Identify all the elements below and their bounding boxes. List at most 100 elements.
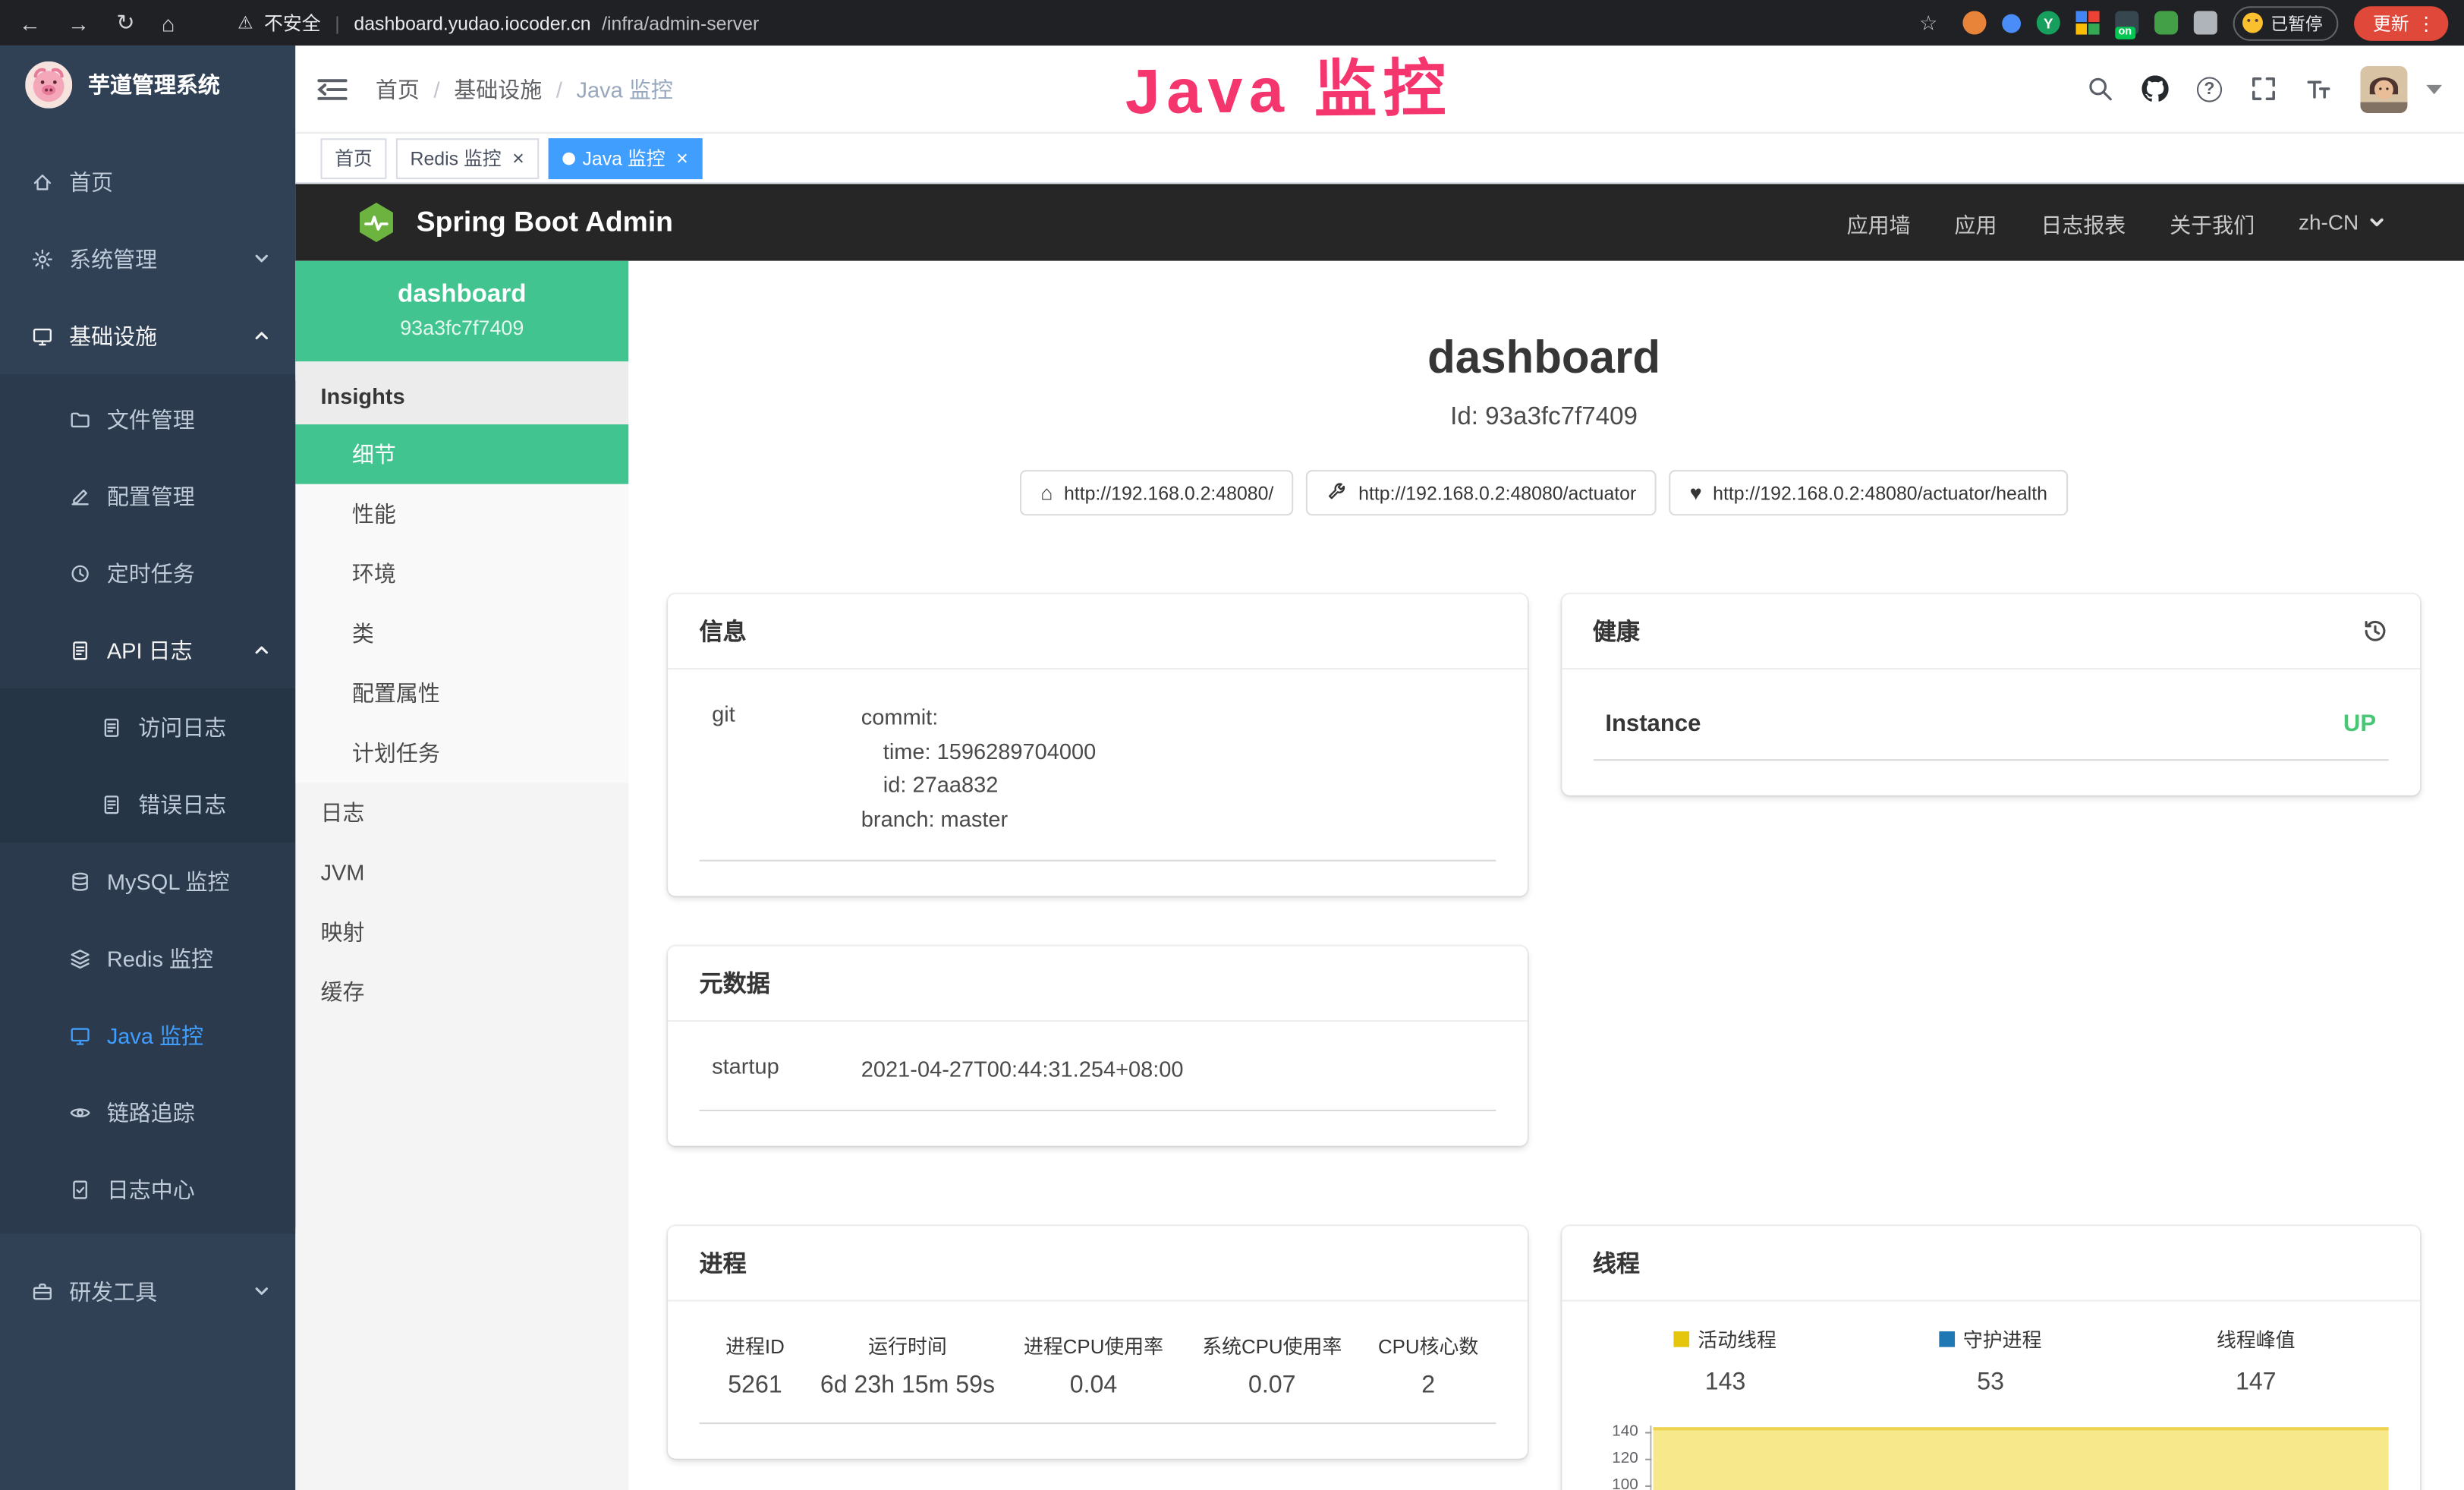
sba-brand[interactable]: Spring Boot Admin bbox=[355, 201, 673, 244]
github-icon[interactable] bbox=[2142, 75, 2169, 102]
metadata-key: startup bbox=[700, 1053, 861, 1087]
active-dot bbox=[562, 152, 575, 165]
sba-item-environment[interactable]: 环境 bbox=[295, 543, 628, 603]
sidebar-item-redis-monitor[interactable]: Redis 监控 bbox=[0, 919, 295, 996]
admin-topbar: 首页 / 基础设施 / Java 监控 Java 监控 ? bbox=[295, 46, 2464, 134]
sba-item-metrics[interactable]: 性能 bbox=[295, 484, 628, 544]
home-icon[interactable]: ⌂ bbox=[162, 10, 175, 35]
sba-nav-journal[interactable]: 日志报表 bbox=[2041, 206, 2126, 238]
extensions-puzzle-icon[interactable] bbox=[2194, 11, 2217, 34]
col-pid: 进程ID bbox=[700, 1330, 811, 1359]
extension-icon-green-y[interactable] bbox=[2037, 11, 2060, 34]
home-icon bbox=[31, 171, 53, 193]
caret-down-icon[interactable] bbox=[2426, 84, 2442, 93]
sidebar-item-mysql-monitor[interactable]: MySQL 监控 bbox=[0, 843, 295, 919]
tag-redis-monitor[interactable]: Redis 监控 × bbox=[396, 137, 539, 178]
service-url-button[interactable]: ⌂ http://192.168.0.2:48080/ bbox=[1020, 470, 1294, 515]
health-url-button[interactable]: ♥ http://192.168.0.2:48080/actuator/heal… bbox=[1669, 470, 2068, 515]
sidebar-item-label: 配置管理 bbox=[107, 480, 195, 512]
extension-icon-pin[interactable] bbox=[2002, 14, 2021, 33]
sba-item-details[interactable]: 细节 bbox=[295, 424, 628, 484]
sba-item-label: 配置属性 bbox=[352, 678, 440, 709]
sba-app-id: 93a3fc7f7409 bbox=[311, 316, 613, 339]
bookmark-star-icon[interactable]: ☆ bbox=[1919, 10, 1937, 35]
sba-item-scheduled[interactable]: 计划任务 bbox=[295, 723, 628, 783]
breadcrumb-item-infrastructure[interactable]: 基础设施 bbox=[454, 73, 542, 104]
extension-icon-grid[interactable] bbox=[2076, 11, 2100, 34]
sba-app-header[interactable]: dashboard 93a3fc7f7409 bbox=[295, 261, 628, 362]
edit-icon bbox=[69, 485, 91, 507]
sidebar-item-java-monitor[interactable]: Java 监控 bbox=[0, 997, 295, 1073]
history-icon[interactable] bbox=[2362, 618, 2388, 644]
sidebar-item-scheduled-tasks[interactable]: 定时任务 bbox=[0, 534, 295, 611]
sba-item-config-props[interactable]: 配置属性 bbox=[295, 663, 628, 723]
sba-nav-wallboard[interactable]: 应用墙 bbox=[1847, 206, 1911, 238]
chevron-up-icon bbox=[253, 327, 270, 345]
forward-icon[interactable]: → bbox=[68, 10, 90, 35]
sidebar-item-config-management[interactable]: 配置管理 bbox=[0, 458, 295, 534]
sidebar-item-system-management[interactable]: 系统管理 bbox=[0, 220, 295, 297]
display-icon bbox=[69, 1024, 91, 1046]
extension-icon-leaf[interactable] bbox=[2154, 11, 2178, 34]
address-bar[interactable]: ⚠ 不安全 | dashboard.yudao.iocoder.cn/infra… bbox=[238, 9, 1919, 36]
val-pid: 5261 bbox=[700, 1372, 811, 1400]
sidebar-item-log-center[interactable]: 日志中心 bbox=[0, 1151, 295, 1227]
extension-icon-dark[interactable]: on bbox=[2115, 11, 2138, 34]
sba-sidebar: dashboard 93a3fc7f7409 Insights 细节 性能 环境… bbox=[295, 261, 628, 1490]
app-logo[interactable]: 芋道管理系统 bbox=[0, 46, 295, 124]
hamburger-icon[interactable] bbox=[317, 76, 347, 101]
metadata-card: 元数据 startup 2021-04-27T00:44:31.254+08:0… bbox=[668, 947, 1527, 1145]
sidebar-item-label: Java 监控 bbox=[107, 1019, 203, 1051]
search-icon[interactable] bbox=[2087, 75, 2113, 102]
instance-links: ⌂ http://192.168.0.2:48080/ http://192.1… bbox=[668, 470, 2420, 515]
sidebar-item-label: 链路追踪 bbox=[107, 1096, 195, 1127]
sba-language-select[interactable]: zh-CN bbox=[2299, 210, 2385, 234]
fullscreen-icon[interactable] bbox=[2250, 75, 2277, 102]
peak-threads-value: 147 bbox=[2123, 1369, 2389, 1397]
sba-item-classes[interactable]: 类 bbox=[295, 603, 628, 663]
font-size-icon[interactable] bbox=[2305, 75, 2332, 102]
sidebar-item-infrastructure[interactable]: 基础设施 bbox=[0, 297, 295, 373]
process-card-header: 进程 bbox=[668, 1226, 1527, 1301]
sidebar-item-file-management[interactable]: 文件管理 bbox=[0, 380, 295, 457]
tag-home[interactable]: 首页 bbox=[320, 137, 386, 178]
sba-nav-about[interactable]: 关于我们 bbox=[2170, 206, 2255, 238]
sba-item-jvm[interactable]: JVM bbox=[295, 843, 628, 903]
threads-legend: 活动线程 守护进程 线程峰值 bbox=[1593, 1324, 2389, 1353]
sba-item-mappings[interactable]: 映射 bbox=[295, 903, 628, 962]
legend-swatch-yellow bbox=[1674, 1331, 1690, 1347]
back-icon[interactable]: ← bbox=[19, 10, 41, 35]
update-button[interactable]: 更新 ⋮ bbox=[2354, 5, 2448, 40]
breadcrumb-separator: / bbox=[434, 76, 440, 101]
sidebar-item-dev-tools[interactable]: 研发工具 bbox=[0, 1252, 295, 1329]
sba-item-logs[interactable]: 日志 bbox=[295, 783, 628, 843]
service-url: http://192.168.0.2:48080/ bbox=[1064, 482, 1273, 504]
user-avatar[interactable] bbox=[2360, 65, 2407, 112]
sidebar-item-label: 文件管理 bbox=[107, 403, 195, 434]
extension-icon-orange[interactable] bbox=[1962, 11, 1986, 34]
process-table: 进程ID 运行时间 进程CPU使用率 系统CPU使用率 CPU核心数 5261 bbox=[700, 1324, 1496, 1425]
sba-item-label: 映射 bbox=[320, 916, 364, 947]
sidebar-item-access-logs[interactable]: 访问日志 bbox=[0, 688, 295, 765]
sba-nav-applications[interactable]: 应用 bbox=[1955, 206, 1997, 238]
sidebar-item-home[interactable]: 首页 bbox=[0, 143, 295, 219]
sidebar-item-tracing[interactable]: 链路追踪 bbox=[0, 1073, 295, 1150]
sidebar-item-error-logs[interactable]: 错误日志 bbox=[0, 765, 295, 842]
reload-icon[interactable]: ↻ bbox=[116, 9, 134, 36]
divider: | bbox=[332, 12, 343, 34]
legend-swatch-blue bbox=[1940, 1331, 1956, 1347]
sidebar-item-api-logs[interactable]: API 日志 bbox=[0, 612, 295, 688]
close-icon[interactable]: × bbox=[676, 148, 688, 169]
actuator-url-button[interactable]: http://192.168.0.2:48080/actuator bbox=[1307, 470, 1657, 515]
breadcrumb-item-home[interactable]: 首页 bbox=[376, 73, 420, 104]
tag-java-monitor[interactable]: Java 监控 × bbox=[548, 137, 703, 178]
close-icon[interactable]: × bbox=[512, 148, 524, 169]
live-threads-value: 143 bbox=[1593, 1369, 1858, 1397]
spring-boot-admin: Spring Boot Admin 应用墙 应用 日志报表 关于我们 zh-CN bbox=[295, 184, 2464, 1490]
sba-item-label: 类 bbox=[352, 618, 374, 649]
sba-item-label: 细节 bbox=[352, 439, 396, 470]
sba-item-caches[interactable]: 缓存 bbox=[295, 962, 628, 1022]
git-commit-label: commit: bbox=[861, 701, 1496, 736]
help-icon[interactable]: ? bbox=[2197, 76, 2222, 101]
paused-pill[interactable]: 已暂停 bbox=[2233, 5, 2339, 40]
